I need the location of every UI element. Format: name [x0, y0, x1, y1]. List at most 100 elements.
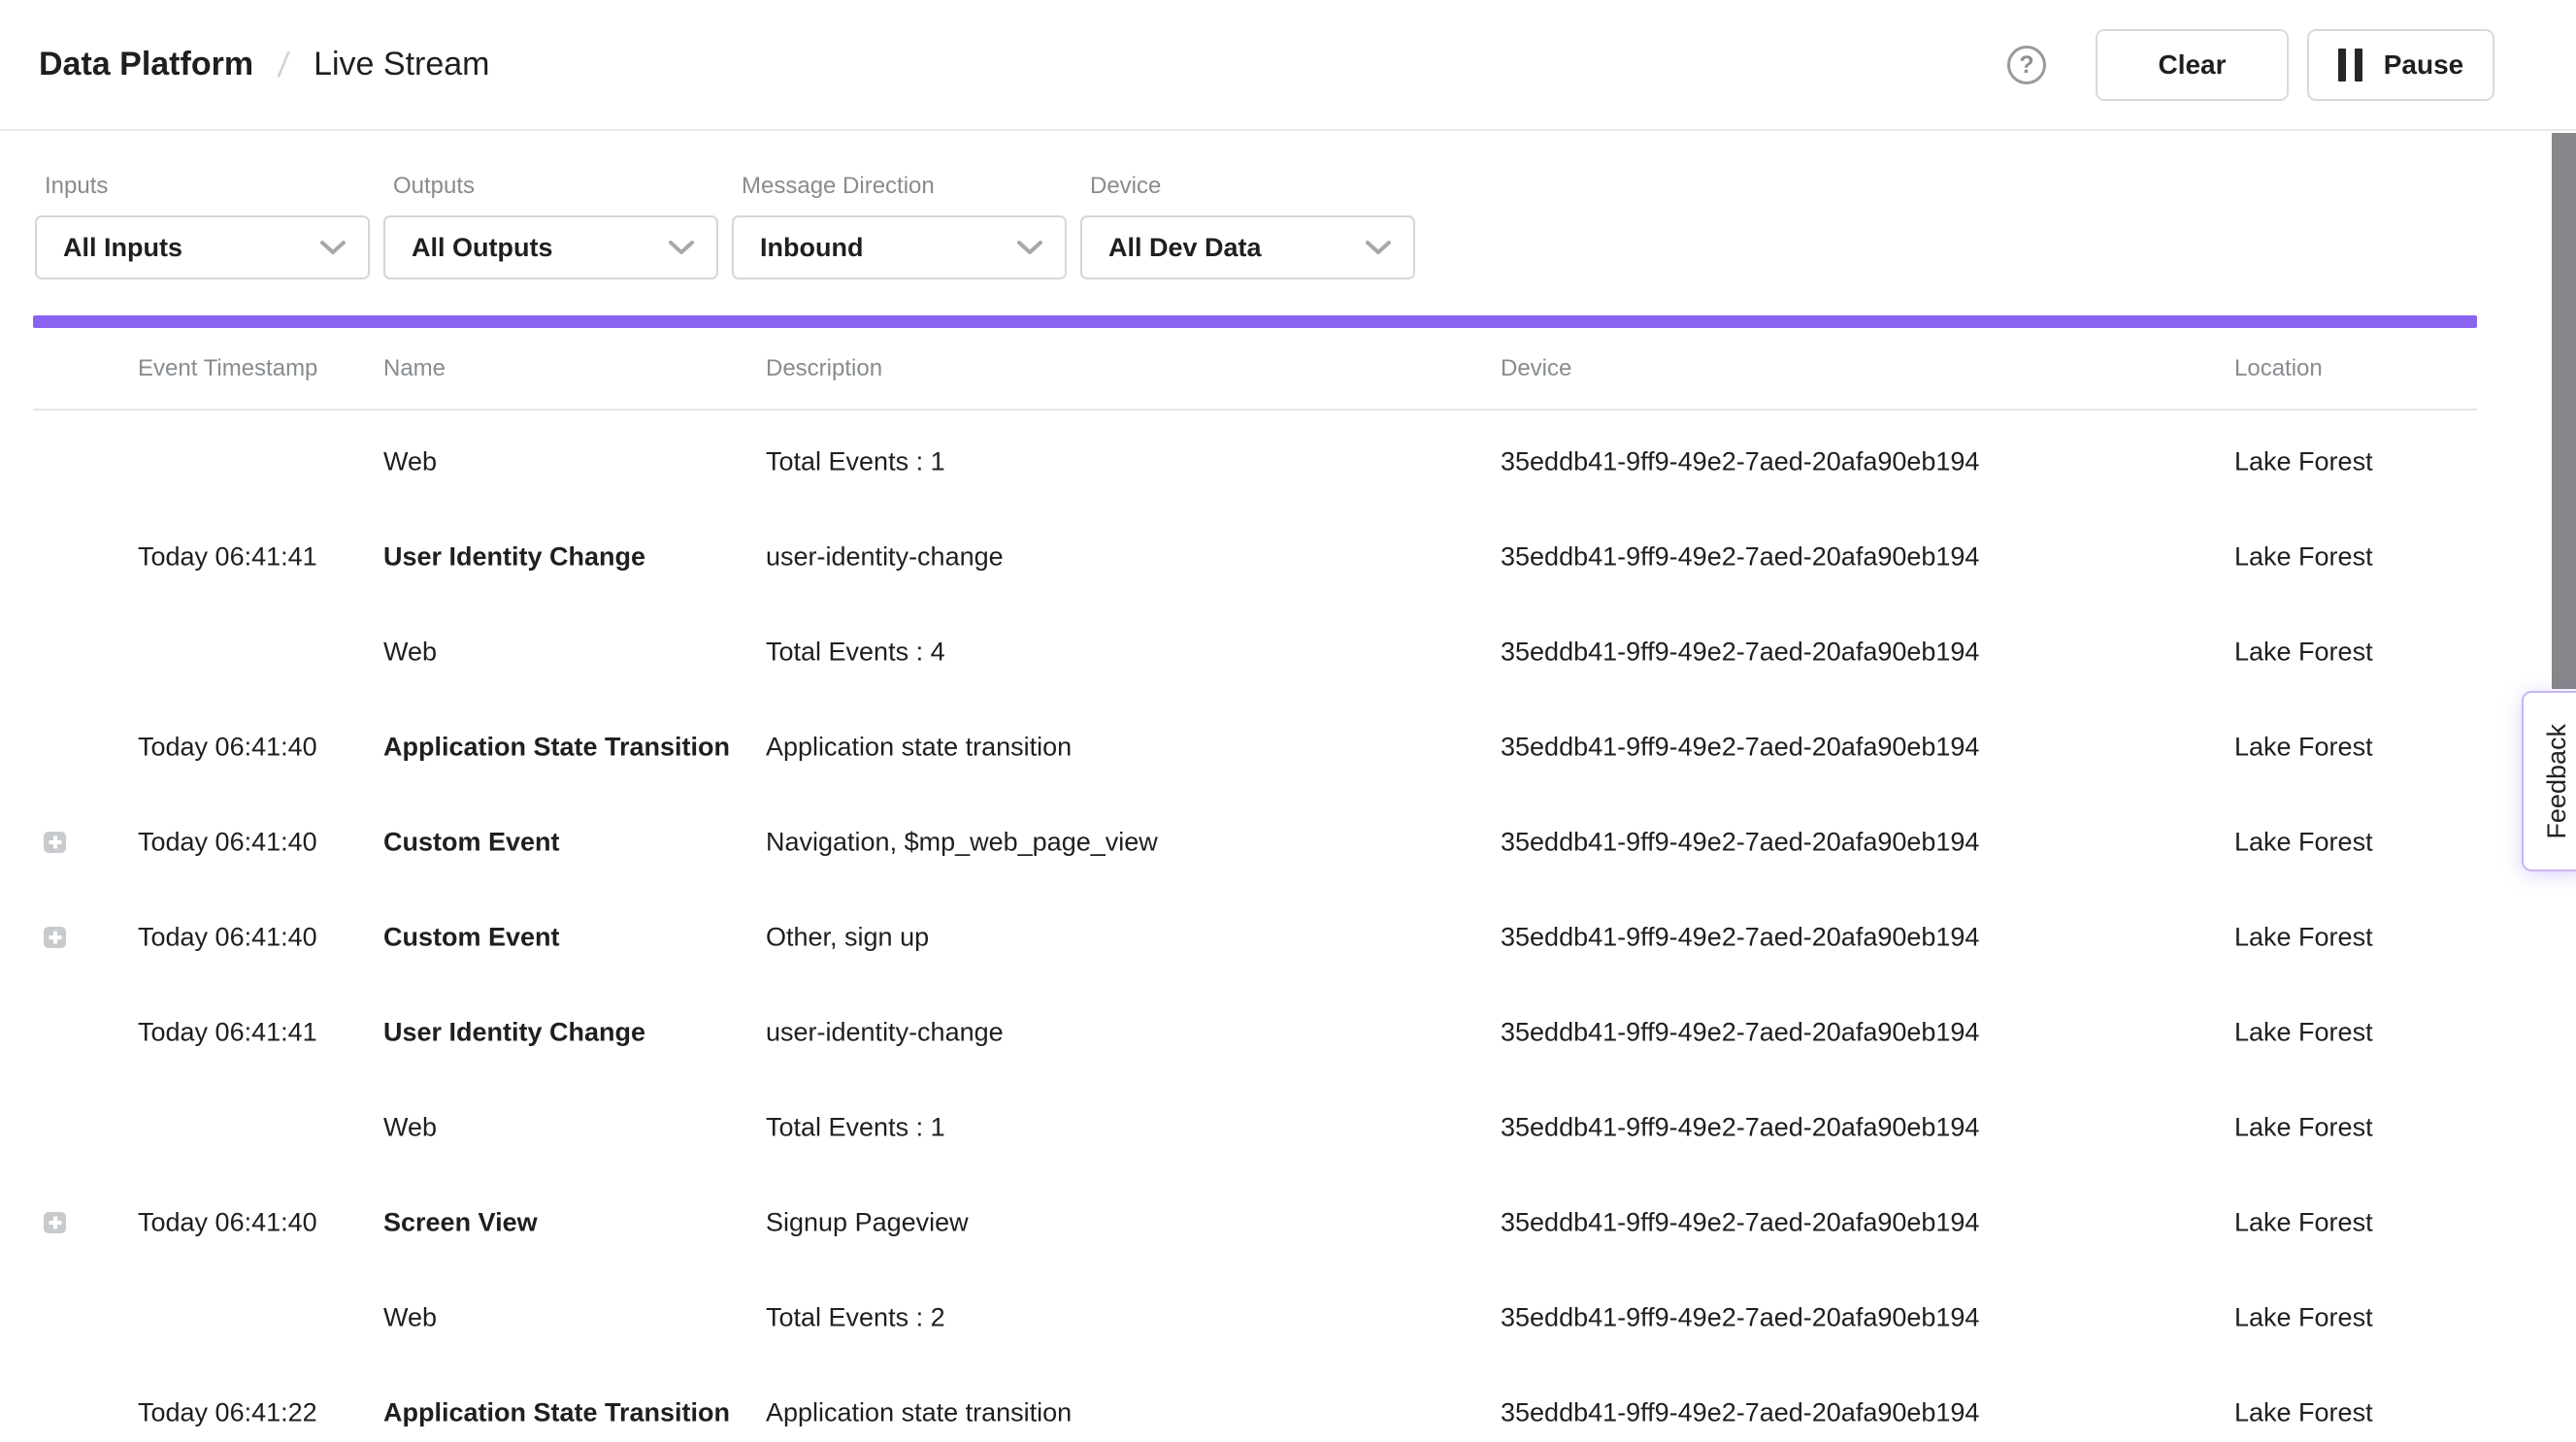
chevron-down-icon: [1365, 239, 1392, 256]
description-cell: Total Events : 4: [766, 638, 945, 668]
event-timestamp-cell: Today 06:41:40: [138, 733, 317, 763]
location-cell: Lake Forest: [2234, 733, 2373, 763]
location-cell: Lake Forest: [2234, 542, 2373, 573]
table-row[interactable]: Today 06:41:22 Application State Transit…: [0, 1365, 2576, 1442]
event-name-cell: Screen View: [383, 1208, 538, 1238]
filter-device: Device All Dev Data: [1080, 173, 1415, 279]
feedback-tab-label: Feedback: [2538, 724, 2572, 839]
table-row[interactable]: Today 06:41:40 Custom Event Navigation, …: [0, 795, 2576, 890]
device-cell: 35eddb41-9ff9-49e2-7aed-20afa90eb194: [1501, 1303, 1979, 1333]
outputs-dropdown-value: All Outputs: [412, 233, 552, 263]
event-name-cell: Application State Transition: [383, 1398, 730, 1428]
event-name-cell: Custom Event: [383, 828, 560, 858]
expand-icon[interactable]: [44, 832, 66, 853]
event-name-cell: Custom Event: [383, 923, 560, 953]
pause-button[interactable]: Pause: [2307, 29, 2494, 101]
filter-inputs: Inputs All Inputs: [35, 173, 370, 279]
event-timestamp-cell: Today 06:41:41: [138, 1018, 317, 1048]
device-cell: 35eddb41-9ff9-49e2-7aed-20afa90eb194: [1501, 1018, 1979, 1048]
pause-button-label: Pause: [2384, 49, 2464, 81]
inputs-dropdown-value: All Inputs: [63, 233, 182, 263]
event-name-cell: Web: [383, 447, 437, 477]
device-cell: 35eddb41-9ff9-49e2-7aed-20afa90eb194: [1501, 638, 1979, 668]
table-row[interactable]: Today 06:41:40 Screen View Signup Pagevi…: [0, 1175, 2576, 1270]
breadcrumb-separator: /: [276, 45, 291, 85]
live-stream-page: Data Platform / Live Stream ? Clear Paus…: [0, 0, 2576, 1442]
chevron-down-icon: [319, 239, 347, 256]
description-cell: Total Events : 2: [766, 1303, 945, 1333]
column-header-description: Description: [766, 355, 882, 382]
expand-icon[interactable]: [44, 1212, 66, 1233]
event-name-cell: Application State Transition: [383, 733, 730, 763]
location-cell: Lake Forest: [2234, 828, 2373, 858]
location-cell: Lake Forest: [2234, 1398, 2373, 1428]
table-row[interactable]: Web Total Events : 1 35eddb41-9ff9-49e2-…: [0, 414, 2576, 509]
breadcrumb: Data Platform / Live Stream: [39, 45, 489, 85]
clear-button[interactable]: Clear: [2096, 29, 2289, 101]
description-cell: Signup Pageview: [766, 1208, 969, 1238]
filter-outputs-label: Outputs: [383, 173, 718, 200]
topbar-actions: ? Clear Pause: [2007, 29, 2494, 101]
device-cell: 35eddb41-9ff9-49e2-7aed-20afa90eb194: [1501, 1113, 1979, 1143]
breadcrumb-data-platform[interactable]: Data Platform: [39, 46, 253, 83]
chevron-down-icon: [668, 239, 695, 256]
filter-device-label: Device: [1080, 173, 1415, 200]
location-cell: Lake Forest: [2234, 1113, 2373, 1143]
live-stream-table: Event Timestamp Name Description Device …: [0, 328, 2576, 1442]
filter-message-direction: Message Direction Inbound: [732, 173, 1067, 279]
event-timestamp-cell: Today 06:41:40: [138, 828, 317, 858]
table-row[interactable]: Today 06:41:40 Application State Transit…: [0, 700, 2576, 795]
event-name-cell: Web: [383, 1303, 437, 1333]
event-name-cell: Web: [383, 1113, 437, 1143]
expand-icon[interactable]: [44, 927, 66, 948]
table-body: Web Total Events : 1 35eddb41-9ff9-49e2-…: [0, 410, 2576, 1442]
inputs-dropdown[interactable]: All Inputs: [35, 215, 370, 279]
table-row[interactable]: Web Total Events : 2 35eddb41-9ff9-49e2-…: [0, 1270, 2576, 1365]
device-dropdown[interactable]: All Dev Data: [1080, 215, 1415, 279]
device-cell: 35eddb41-9ff9-49e2-7aed-20afa90eb194: [1501, 828, 1979, 858]
table-header-row: Event Timestamp Name Description Device …: [0, 328, 2576, 409]
event-name-cell: User Identity Change: [383, 1018, 645, 1048]
column-header-event-timestamp: Event Timestamp: [138, 355, 317, 382]
event-name-cell: User Identity Change: [383, 542, 645, 573]
table-row[interactable]: Web Total Events : 1 35eddb41-9ff9-49e2-…: [0, 1080, 2576, 1175]
feedback-tab[interactable]: Feedback: [2522, 691, 2576, 871]
chevron-down-icon: [1016, 239, 1043, 256]
message-direction-dropdown[interactable]: Inbound: [732, 215, 1067, 279]
description-cell: Total Events : 1: [766, 447, 945, 477]
message-direction-dropdown-value: Inbound: [760, 233, 863, 263]
column-header-device: Device: [1501, 355, 1571, 382]
table-row[interactable]: Today 06:41:40 Custom Event Other, sign …: [0, 890, 2576, 985]
filter-bar: Inputs All Inputs Outputs All Outputs Me…: [0, 131, 2576, 279]
help-icon[interactable]: ?: [2007, 46, 2046, 84]
location-cell: Lake Forest: [2234, 923, 2373, 953]
description-cell: Application state transition: [766, 1398, 1072, 1428]
description-cell: Total Events : 1: [766, 1113, 945, 1143]
filter-outputs: Outputs All Outputs: [383, 173, 718, 279]
device-cell: 35eddb41-9ff9-49e2-7aed-20afa90eb194: [1501, 923, 1979, 953]
table-row[interactable]: Today 06:41:41 User Identity Change user…: [0, 985, 2576, 1080]
device-cell: 35eddb41-9ff9-49e2-7aed-20afa90eb194: [1501, 447, 1979, 477]
table-row[interactable]: Web Total Events : 4 35eddb41-9ff9-49e2-…: [0, 605, 2576, 700]
column-header-name: Name: [383, 355, 446, 382]
device-cell: 35eddb41-9ff9-49e2-7aed-20afa90eb194: [1501, 1398, 1979, 1428]
event-timestamp-cell: Today 06:41:40: [138, 1208, 317, 1238]
outputs-dropdown[interactable]: All Outputs: [383, 215, 718, 279]
top-bar: Data Platform / Live Stream ? Clear Paus…: [0, 0, 2576, 131]
device-cell: 35eddb41-9ff9-49e2-7aed-20afa90eb194: [1501, 733, 1979, 763]
description-cell: Navigation, $mp_web_page_view: [766, 828, 1158, 858]
device-cell: 35eddb41-9ff9-49e2-7aed-20afa90eb194: [1501, 542, 1979, 573]
description-cell: user-identity-change: [766, 1018, 1004, 1048]
accent-divider: [33, 315, 2477, 328]
description-cell: Application state transition: [766, 733, 1072, 763]
location-cell: Lake Forest: [2234, 638, 2373, 668]
table-row[interactable]: Today 06:41:41 User Identity Change user…: [0, 509, 2576, 605]
breadcrumb-live-stream: Live Stream: [314, 46, 489, 83]
location-cell: Lake Forest: [2234, 1018, 2373, 1048]
description-cell: Other, sign up: [766, 923, 929, 953]
event-timestamp-cell: Today 06:41:22: [138, 1398, 317, 1428]
vertical-scrollbar-thumb[interactable]: [2552, 133, 2576, 689]
description-cell: user-identity-change: [766, 542, 1004, 573]
location-cell: Lake Forest: [2234, 447, 2373, 477]
event-timestamp-cell: Today 06:41:40: [138, 923, 317, 953]
